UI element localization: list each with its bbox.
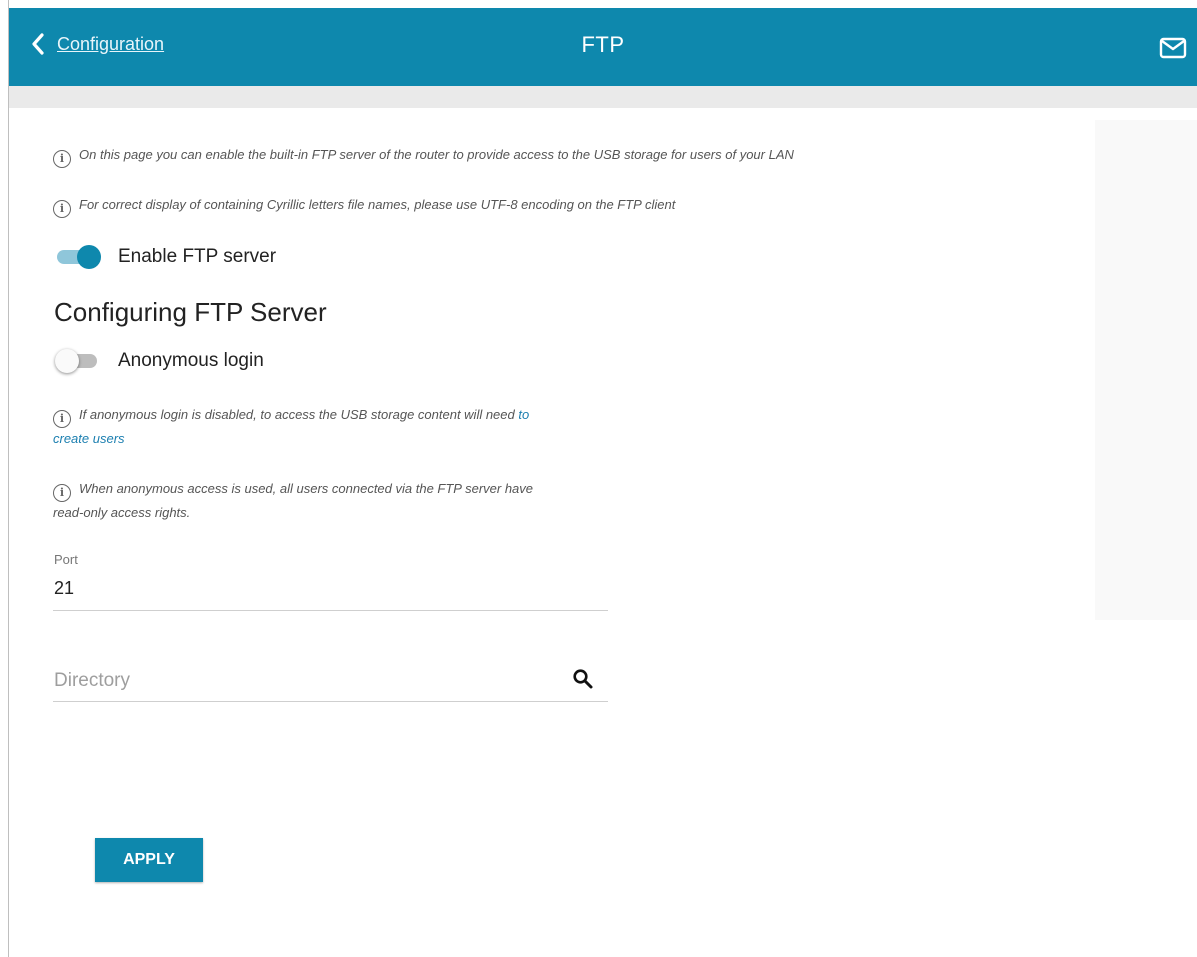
top-bar: Configuration FTP [9,8,1197,86]
enable-ftp-toggle[interactable] [55,245,103,269]
port-input[interactable]: 21 [54,578,74,599]
toggle-knob[interactable] [77,245,101,269]
info-icon: i [53,410,71,428]
port-underline [53,610,608,611]
anonymous-login-toggle[interactable] [55,349,103,373]
info-anonymous-used-line1: When anonymous access is used, all users… [79,481,534,496]
directory-underline [53,701,608,702]
info-intro-text: On this page you can enable the built-in… [79,147,794,162]
mail-icon[interactable] [1159,37,1187,64]
info-anonymous-used-line2: read-only access rights. [53,505,191,520]
enable-ftp-label: Enable FTP server [118,246,277,267]
create-users-link-continued[interactable]: create users [53,431,125,446]
port-label: Port [54,552,78,567]
directory-input[interactable]: Directory [54,670,130,692]
toggle-knob[interactable] [55,349,79,373]
info-anonymous-disabled: i If anonymous login is disabled, to acce… [53,404,613,450]
page-title: FTP [581,32,625,57]
side-panel [1095,120,1197,620]
info-icon: i [53,200,71,218]
create-users-link[interactable]: to [518,407,529,422]
apply-button[interactable]: APPLY [95,838,203,882]
info-intro: i On this page you can enable the built-i… [53,144,794,168]
anonymous-login-label: Anonymous login [118,350,264,371]
section-title: Configuring FTP Server [54,297,327,327]
info-encoding-text: For correct display of containing Cyrill… [79,197,676,212]
info-anonymous-used: i When anonymous access is used, all user… [53,478,613,524]
window-left-border [8,0,9,957]
info-anonymous-disabled-text: If anonymous login is disabled, to acces… [79,407,519,422]
info-icon: i [53,150,71,168]
info-encoding: i For correct display of containing Cyril… [53,194,675,218]
info-icon: i [53,484,71,502]
search-icon[interactable] [572,668,594,695]
header-sub-bar [9,86,1197,108]
